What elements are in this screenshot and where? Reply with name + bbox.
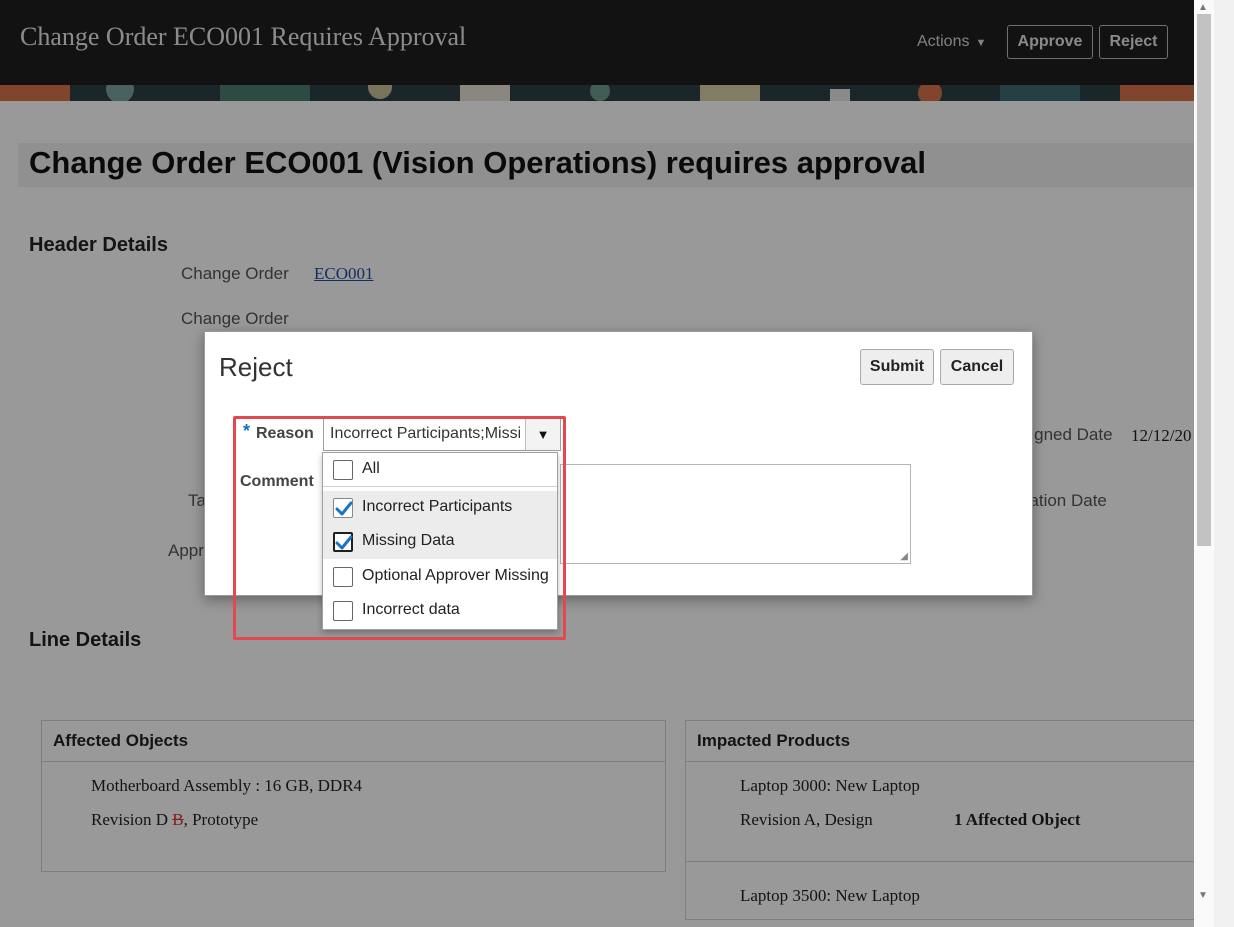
scroll-down-icon[interactable]: ▼ xyxy=(1198,890,1208,901)
dialog-title: Reject xyxy=(219,352,293,382)
scroll-up-icon[interactable]: ▲ xyxy=(1198,2,1208,13)
cancel-button[interactable]: Cancel xyxy=(940,349,1014,385)
comment-textarea[interactable]: ◢ xyxy=(560,464,911,564)
scrollbar-thumb[interactable] xyxy=(1197,14,1211,546)
submit-button[interactable]: Submit xyxy=(860,349,934,385)
resize-handle-icon[interactable]: ◢ xyxy=(900,551,908,562)
annotation-highlight-box xyxy=(233,416,566,640)
